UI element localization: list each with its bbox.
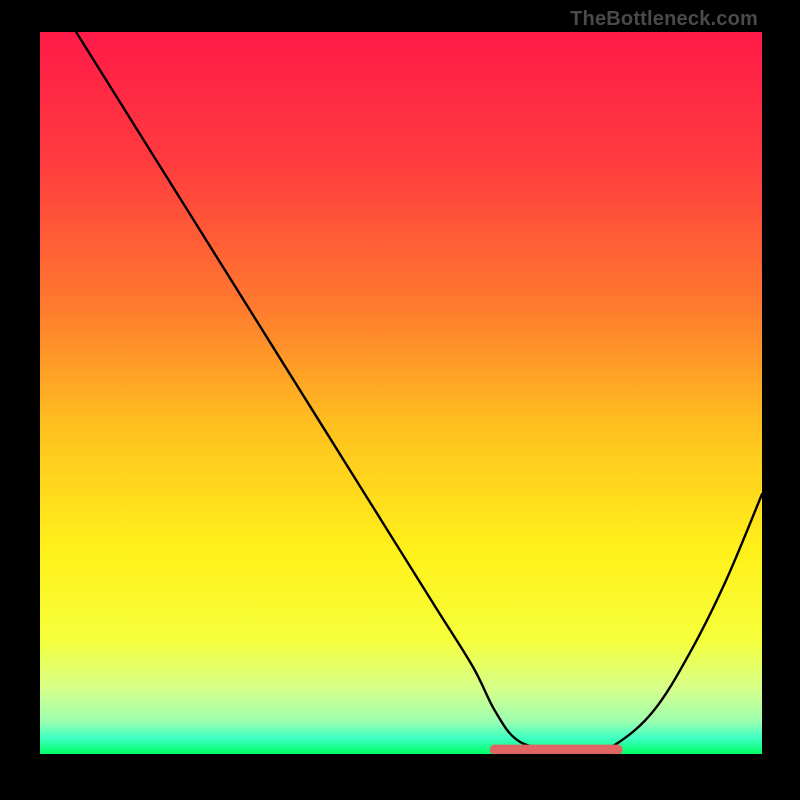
watermark-text: TheBottleneck.com	[570, 8, 758, 31]
plot-area	[40, 32, 762, 754]
curve-layer	[40, 32, 762, 754]
bottleneck-curve	[76, 32, 762, 751]
chart-frame: TheBottleneck.com	[0, 0, 800, 800]
